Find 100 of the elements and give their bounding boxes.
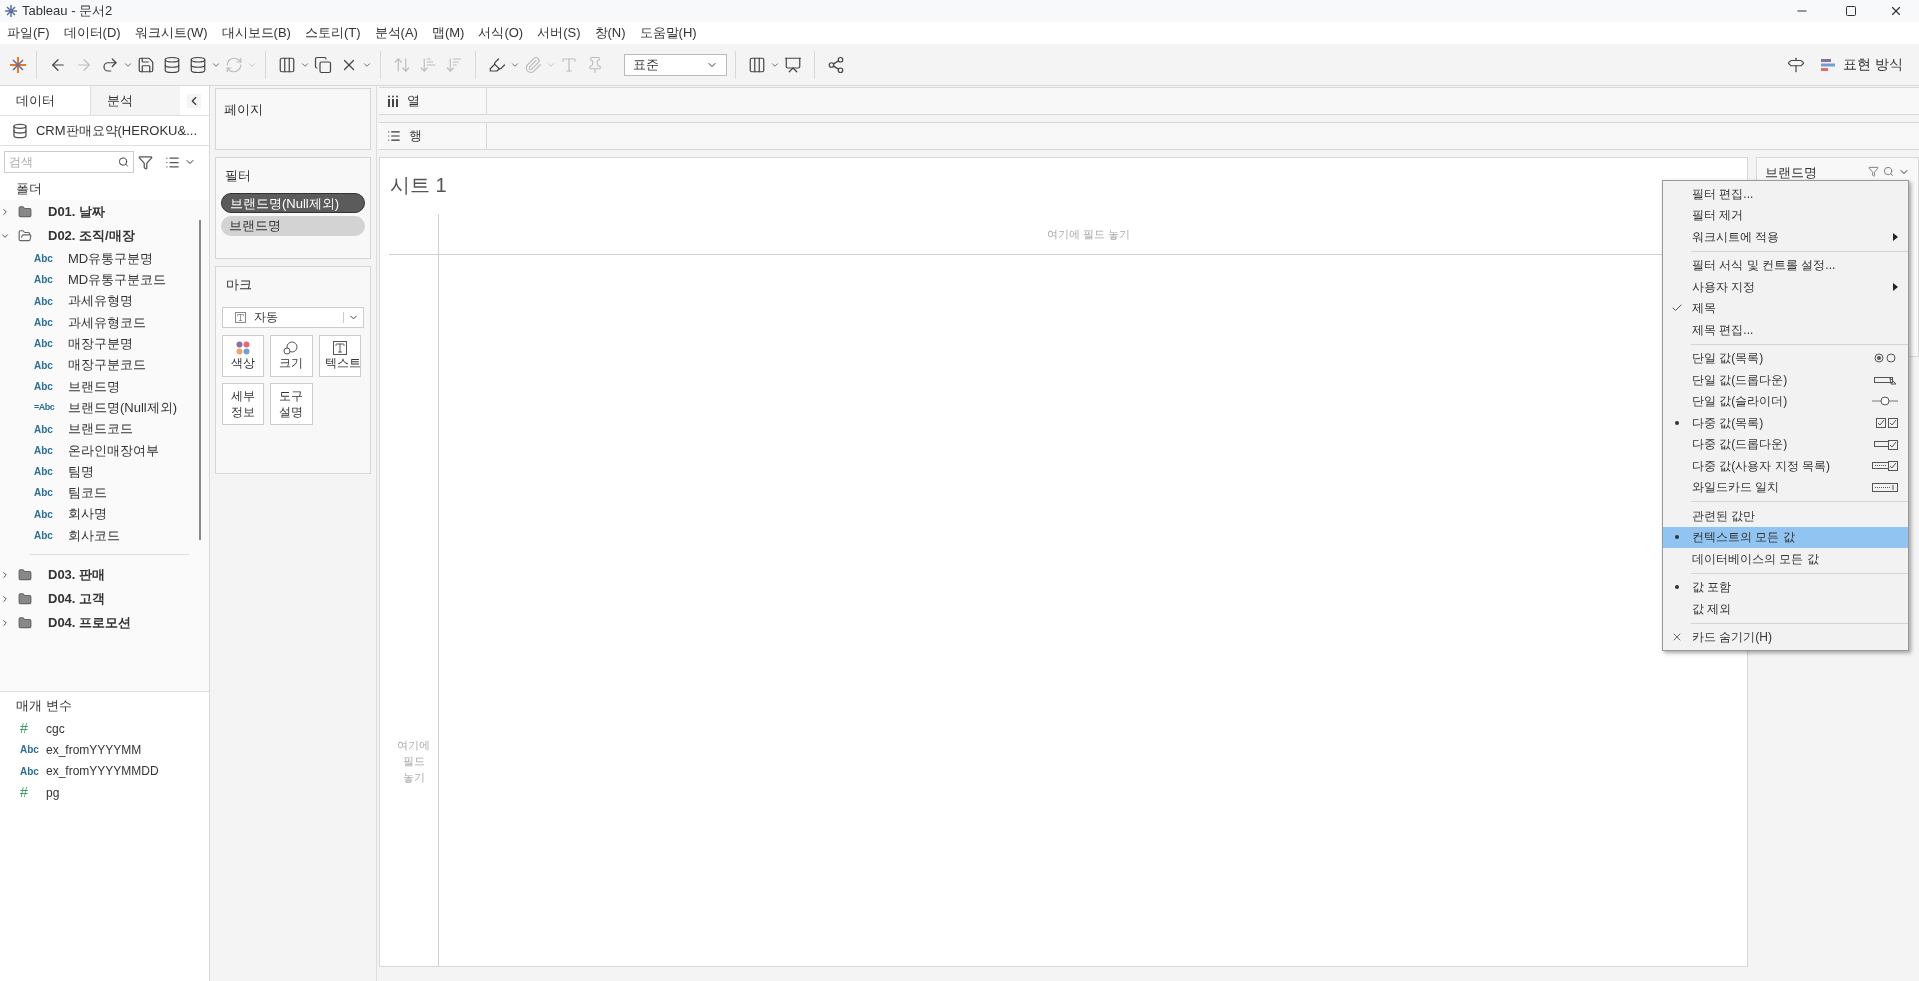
folder-name[interactable]: D04. 프로모션 [48, 613, 132, 633]
menu-item[interactable]: 대시보드(B) [214, 23, 298, 43]
parameter-name[interactable]: cgc [46, 719, 65, 738]
field-name[interactable]: 브랜드명(Null제외) [68, 397, 178, 418]
expand-caret-icon[interactable] [0, 570, 10, 581]
data-source-icon [12, 122, 28, 139]
menu-item[interactable]: 파일(F) [0, 23, 57, 43]
field-name[interactable]: 팀명 [68, 461, 94, 482]
menu-item[interactable]: 서식(O) [471, 23, 531, 43]
menu-item[interactable]: 단일 값(드롭다운) [1663, 369, 1908, 391]
mark-property-button[interactable]: 색상 [222, 334, 265, 377]
menu-item[interactable]: 맵(M) [424, 23, 472, 43]
checkbox-dropdown-icon [1874, 438, 1898, 450]
field-type-label: =Abc [34, 400, 55, 414]
filters-shelf[interactable]: 필터 브랜드명(Null제외) 브랜드명 [215, 157, 371, 259]
mark-property-button[interactable]: 크기 [270, 334, 313, 377]
parameter-name[interactable]: ex_fromYYYYMM [46, 740, 142, 759]
mark-property-button[interactable]: 세부 정보 [222, 382, 265, 425]
field-name[interactable]: 매장구분명 [68, 334, 133, 354]
field-type-label: # [20, 783, 28, 803]
app-logo-icon[interactable] [8, 54, 28, 75]
menu-item[interactable]: 와일드카드 일치 [1663, 476, 1908, 498]
folder-name[interactable]: D04. 고객 [48, 589, 106, 609]
field-name[interactable]: 매장구분코드 [68, 355, 146, 375]
menu-item[interactable]: 값 제외 [1663, 598, 1908, 620]
parameter-name[interactable]: pg [46, 783, 60, 802]
menu-item[interactable]: 관련된 값만 [1663, 505, 1908, 527]
menu-item[interactable]: 도움말(H) [632, 23, 704, 43]
mark-property-button[interactable]: 텍스트 [318, 334, 361, 377]
menu-item[interactable]: 데이터(D) [56, 23, 128, 43]
search-icon[interactable] [1883, 166, 1894, 177]
field-type-label: Abc [34, 486, 53, 501]
text-icon [332, 340, 347, 355]
menu-item[interactable]: 단일 값(슬라이더) [1663, 390, 1908, 412]
field-type-label: Abc [20, 743, 39, 758]
mark-property-button[interactable]: 도구 설명 [270, 382, 313, 425]
field-name[interactable]: 브랜드코드 [68, 419, 133, 439]
show-me-button[interactable]: 표현 방식 [1821, 54, 1903, 75]
expand-caret-icon[interactable] [0, 618, 10, 629]
field-name[interactable]: 온라인매장여부 [68, 440, 159, 461]
menu-item[interactable]: 데이터베이스의 모든 값 [1663, 548, 1908, 570]
view-size-dropdown[interactable]: 표준 [624, 53, 727, 76]
search-box[interactable]: 검색 [4, 151, 134, 173]
field-name[interactable]: 회사명 [68, 504, 107, 524]
field-name[interactable]: 과세유형명 [68, 291, 133, 311]
menu-item[interactable]: 단일 값(목록) [1663, 347, 1908, 369]
clear-filter-icon[interactable] [1868, 166, 1879, 177]
menu-item[interactable]: 제목 [1663, 297, 1908, 319]
menu-item[interactable]: 제목 편집... [1663, 319, 1908, 341]
collapse-caret-icon[interactable] [0, 231, 10, 241]
menu-item[interactable]: 필터 제거 [1663, 204, 1908, 226]
expand-caret-icon[interactable] [0, 207, 10, 217]
field-name[interactable]: 브랜드명 [68, 376, 120, 397]
menu-item[interactable]: 서버(S) [530, 23, 588, 43]
filter-pill[interactable]: 브랜드명(Null제외) [221, 192, 365, 213]
field-name[interactable]: MD유통구분명 [68, 248, 154, 269]
folder-name[interactable]: D03. 판매 [48, 565, 106, 585]
parameter-name[interactable]: ex_fromYYYYMMDD [46, 762, 159, 781]
menu-item[interactable]: 분석(A) [367, 23, 425, 43]
menu-item[interactable]: 워크시트에 적용 [1663, 226, 1908, 248]
close-icon[interactable] [1889, 4, 1903, 18]
field-name[interactable]: 팀코드 [68, 483, 107, 503]
columns-icon [387, 95, 399, 107]
dropdown-icon [1874, 374, 1898, 385]
field-name[interactable]: 과세유형코드 [68, 312, 146, 333]
field-type-label: Abc [34, 252, 53, 267]
field-name[interactable]: MD유통구분코드 [68, 270, 167, 290]
menu-item[interactable]: 다중 값(드롭다운) [1663, 433, 1908, 455]
collapse-icon[interactable] [187, 94, 201, 108]
menu-item[interactable]: 필터 서식 및 컨트롤 설정... [1663, 254, 1908, 276]
folder-name[interactable]: D02. 조직/매장 [48, 226, 135, 246]
rows-icon [387, 129, 401, 143]
field-type-label: Abc [34, 273, 53, 288]
pane-tab[interactable]: 분석 [90, 86, 180, 115]
folder-name[interactable]: D01. 날짜 [48, 202, 106, 222]
filter-pill[interactable]: 브랜드명 [221, 215, 365, 236]
menu-item[interactable]: 다중 값(사용자 지정 목록) [1663, 455, 1908, 477]
scrollbar[interactable] [199, 220, 201, 540]
data-source-name[interactable]: CRM판매요약(HEROKU&... [35, 120, 197, 141]
menu-item[interactable]: 스토리(T) [297, 23, 368, 43]
menu-item[interactable]: 다중 값(목록) [1663, 412, 1908, 434]
menu-item[interactable]: 창(N) [587, 23, 633, 43]
field-type-label: Abc [34, 529, 53, 543]
menu-item[interactable]: 카드 숨기기(H) [1663, 626, 1908, 648]
restore-icon[interactable] [1845, 5, 1857, 17]
menu-item[interactable]: 사용자 지정 [1663, 276, 1908, 298]
sheet-title: 시트 1 [390, 173, 447, 198]
list-view-icon[interactable] [165, 154, 180, 170]
filter-icon[interactable] [138, 154, 153, 170]
mark-type-dropdown[interactable]: 자동 [222, 306, 364, 328]
menu-item[interactable]: 값 포함 [1663, 576, 1908, 598]
field-name[interactable]: 회사코드 [68, 525, 120, 546]
menu-item[interactable]: 워크시트(W) [127, 23, 215, 43]
color-dots-icon [236, 340, 251, 355]
menu-item[interactable]: 필터 편집... [1663, 183, 1908, 205]
expand-caret-icon[interactable] [0, 594, 10, 605]
pages-shelf[interactable]: 페이지 [215, 88, 371, 150]
menu-item[interactable]: 컨텍스트의 모든 값 [1663, 526, 1908, 548]
search-field[interactable]: 검색 [9, 153, 119, 171]
field-type-label: Abc [34, 422, 53, 437]
